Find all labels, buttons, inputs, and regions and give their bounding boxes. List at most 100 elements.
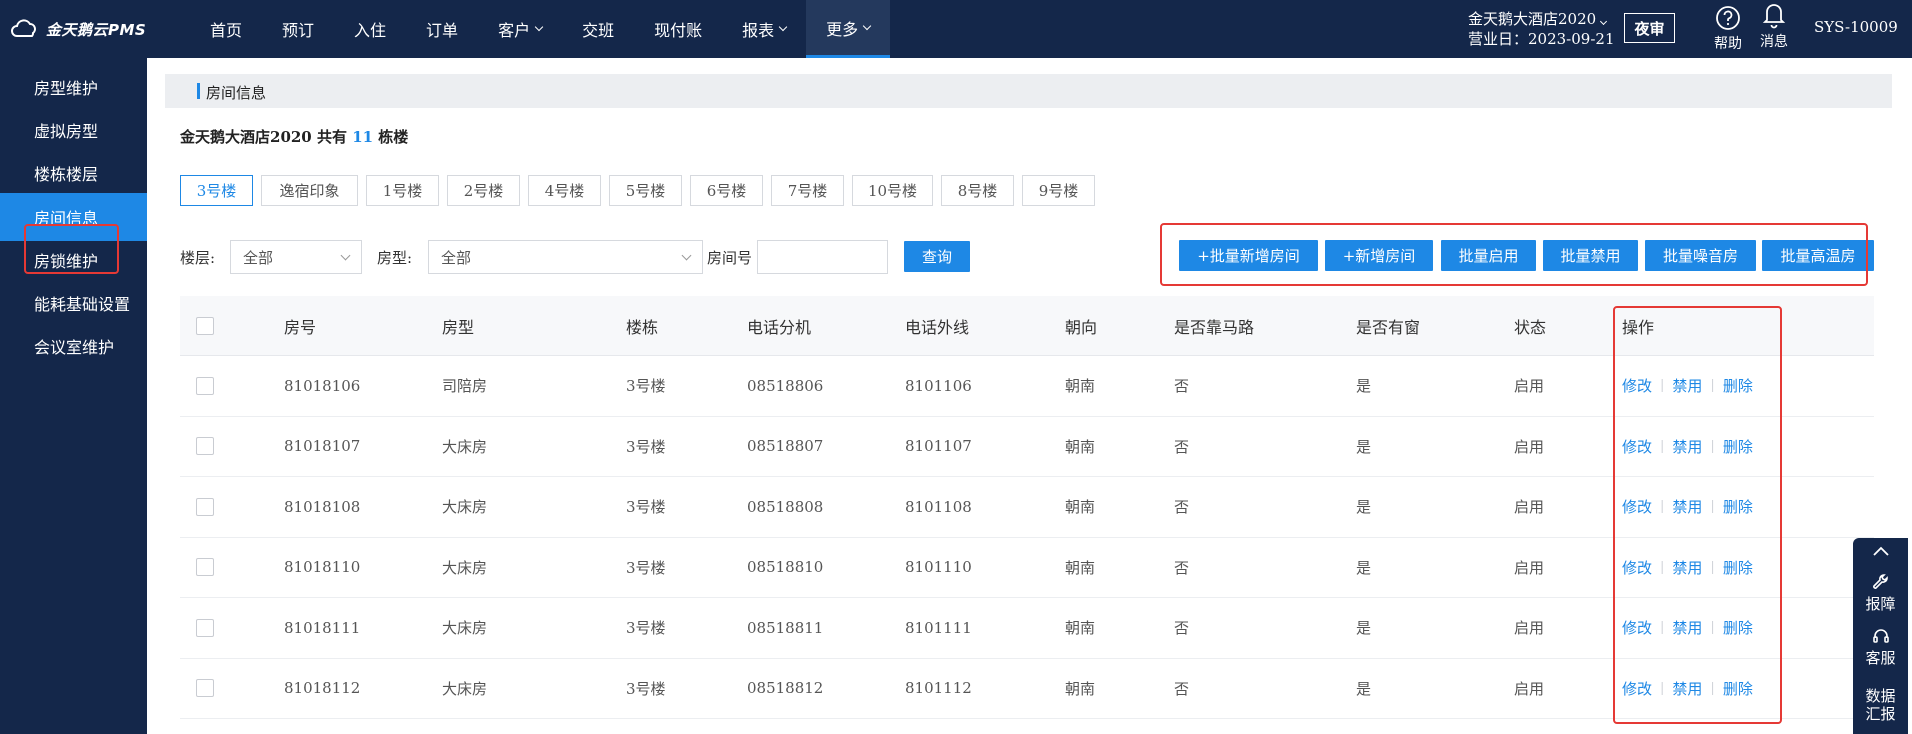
building-tab[interactable]: 3号楼 — [180, 175, 253, 206]
action-separator: | — [1660, 438, 1665, 454]
edit-link[interactable]: 修改 — [1622, 557, 1652, 578]
select-all-checkbox[interactable] — [196, 316, 214, 335]
disable-link[interactable]: 禁用 — [1672, 496, 1702, 517]
table-cell: 朝南 — [1065, 377, 1096, 396]
add-room-button[interactable]: +新增房间 — [1325, 240, 1433, 271]
night-audit-button[interactable]: 夜审 — [1624, 13, 1675, 43]
delete-link[interactable]: 删除 — [1723, 678, 1753, 699]
nav-item-7[interactable]: 报表 — [722, 0, 806, 58]
floor-select[interactable]: 全部 — [230, 240, 362, 274]
disable-link[interactable]: 禁用 — [1672, 436, 1702, 457]
sidebar-item-3[interactable]: 房间信息 — [0, 193, 147, 241]
wrench-icon — [1872, 574, 1888, 589]
edit-link[interactable]: 修改 — [1622, 678, 1652, 699]
chevron-up-icon — [1872, 546, 1889, 556]
search-button[interactable]: 查询 — [904, 241, 970, 272]
row-checkbox[interactable] — [196, 437, 214, 456]
batch-disable-button[interactable]: 批量禁用 — [1543, 240, 1638, 271]
sidebar-item-0[interactable]: 房型维护 — [0, 63, 147, 111]
delete-link[interactable]: 删除 — [1723, 436, 1753, 457]
edit-link[interactable]: 修改 — [1622, 436, 1652, 457]
delete-link[interactable]: 删除 — [1723, 557, 1753, 578]
hotel-selector[interactable]: 金天鹅大酒店2020 营业日：2023-09-21 — [1468, 9, 1615, 49]
nav-item-0[interactable]: 首页 — [190, 0, 262, 58]
disable-link[interactable]: 禁用 — [1672, 678, 1702, 699]
room-table: 房号 房型 楼栋 电话分机 电话外线 朝向 是否靠马路 是否有窗 状态 操作 81018106 司陪房… — [180, 296, 1874, 719]
user-id: SYS-10009 — [1814, 18, 1898, 36]
batch-high-temp-room-button[interactable]: 批量高温房 — [1762, 240, 1874, 271]
sidebar-item-1[interactable]: 虚拟房型 — [0, 106, 147, 154]
row-checkbox[interactable] — [196, 618, 214, 637]
app-logo[interactable]: 金天鹅云PMS — [10, 16, 146, 42]
row-checkbox-cell — [196, 538, 214, 598]
cloud-logo-icon — [11, 19, 36, 37]
delete-link[interactable]: 删除 — [1723, 375, 1753, 396]
nav-item-3[interactable]: 订单 — [406, 0, 478, 58]
table-cell: 启用 — [1514, 498, 1545, 517]
table-row: 81018111 大床房 3号楼 08518811 8101111 朝南 否 是 启用 修改 | 禁用… — [180, 598, 1874, 659]
table-cell: 朝南 — [1065, 558, 1096, 577]
column-header: 电话外线 — [905, 317, 970, 337]
action-separator: | — [1710, 499, 1715, 515]
building-tab[interactable]: 8号楼 — [941, 175, 1014, 206]
table-cell: 大床房 — [442, 437, 488, 456]
nav-item-6[interactable]: 现付账 — [634, 0, 722, 58]
report-issue-button[interactable]: 报障 — [1853, 572, 1908, 613]
building-summary: 金天鹅大酒店2020 共有 11 栋楼 — [180, 126, 408, 147]
building-tab[interactable]: 逸宿印象 — [261, 175, 358, 206]
action-separator: | — [1710, 378, 1715, 394]
messages-button[interactable]: 消息 — [1754, 1, 1794, 51]
sidebar-item-2[interactable]: 楼栋楼层 — [0, 149, 147, 197]
building-tab[interactable]: 10号楼 — [852, 175, 933, 206]
help-button[interactable]: 帮助 — [1708, 5, 1748, 53]
nav-item-2[interactable]: 入住 — [334, 0, 406, 58]
edit-link[interactable]: 修改 — [1622, 375, 1652, 396]
nav-item-1[interactable]: 预订 — [262, 0, 334, 58]
user-menu[interactable]: SYS-10009 — [1814, 18, 1898, 36]
batch-noise-room-button[interactable]: 批量噪音房 — [1645, 240, 1756, 271]
collapse-panel-button[interactable] — [1853, 544, 1908, 561]
batch-add-rooms-button[interactable]: +批量新增房间 — [1179, 240, 1318, 271]
building-tab[interactable]: 2号楼 — [447, 175, 520, 206]
column-header: 房型 — [442, 317, 475, 337]
delete-link[interactable]: 删除 — [1723, 496, 1753, 517]
table-cell: 是 — [1356, 558, 1372, 577]
building-tab[interactable]: 4号楼 — [528, 175, 601, 206]
room-number-input[interactable] — [757, 240, 888, 274]
roomtype-select[interactable]: 全部 — [428, 240, 703, 274]
table-cell: 3号楼 — [626, 619, 666, 638]
nav-item-label: 客户 — [498, 21, 531, 40]
disable-link[interactable]: 禁用 — [1672, 557, 1702, 578]
help-icon — [1716, 6, 1740, 30]
sidebar-item-6[interactable]: 会议室维护 — [0, 322, 147, 370]
row-checkbox[interactable] — [196, 679, 214, 698]
edit-link[interactable]: 修改 — [1622, 617, 1652, 638]
row-checkbox[interactable] — [196, 558, 214, 577]
customer-service-button[interactable]: 客服 — [1853, 626, 1908, 667]
building-tab[interactable]: 6号楼 — [690, 175, 763, 206]
batch-enable-button[interactable]: 批量启用 — [1441, 240, 1536, 271]
disable-link[interactable]: 禁用 — [1672, 617, 1702, 638]
table-cell: 启用 — [1514, 558, 1545, 577]
sidebar-item-4[interactable]: 房锁维护 — [0, 236, 147, 284]
row-checkbox[interactable] — [196, 497, 214, 516]
table-cell: 大床房 — [442, 498, 488, 517]
sidebar-item-5[interactable]: 能耗基础设置 — [0, 279, 147, 327]
table-cell: 是 — [1356, 437, 1372, 456]
nav-item-8[interactable]: 更多 — [806, 0, 891, 58]
row-checkbox[interactable] — [196, 376, 214, 395]
nav-item-label: 订单 — [426, 21, 459, 40]
action-separator: | — [1710, 620, 1715, 636]
delete-link[interactable]: 删除 — [1723, 617, 1753, 638]
report-issue-label: 报障 — [1865, 595, 1896, 613]
data-report-button[interactable]: 数据汇报 — [1853, 687, 1908, 723]
building-tab[interactable]: 9号楼 — [1022, 175, 1095, 206]
nav-item-4[interactable]: 客户 — [478, 0, 562, 58]
building-tab[interactable]: 1号楼 — [366, 175, 439, 206]
edit-link[interactable]: 修改 — [1622, 496, 1652, 517]
disable-link[interactable]: 禁用 — [1672, 375, 1702, 396]
column-header: 是否有窗 — [1356, 317, 1421, 337]
building-tab[interactable]: 5号楼 — [609, 175, 682, 206]
building-tab[interactable]: 7号楼 — [771, 175, 844, 206]
nav-item-5[interactable]: 交班 — [562, 0, 634, 58]
